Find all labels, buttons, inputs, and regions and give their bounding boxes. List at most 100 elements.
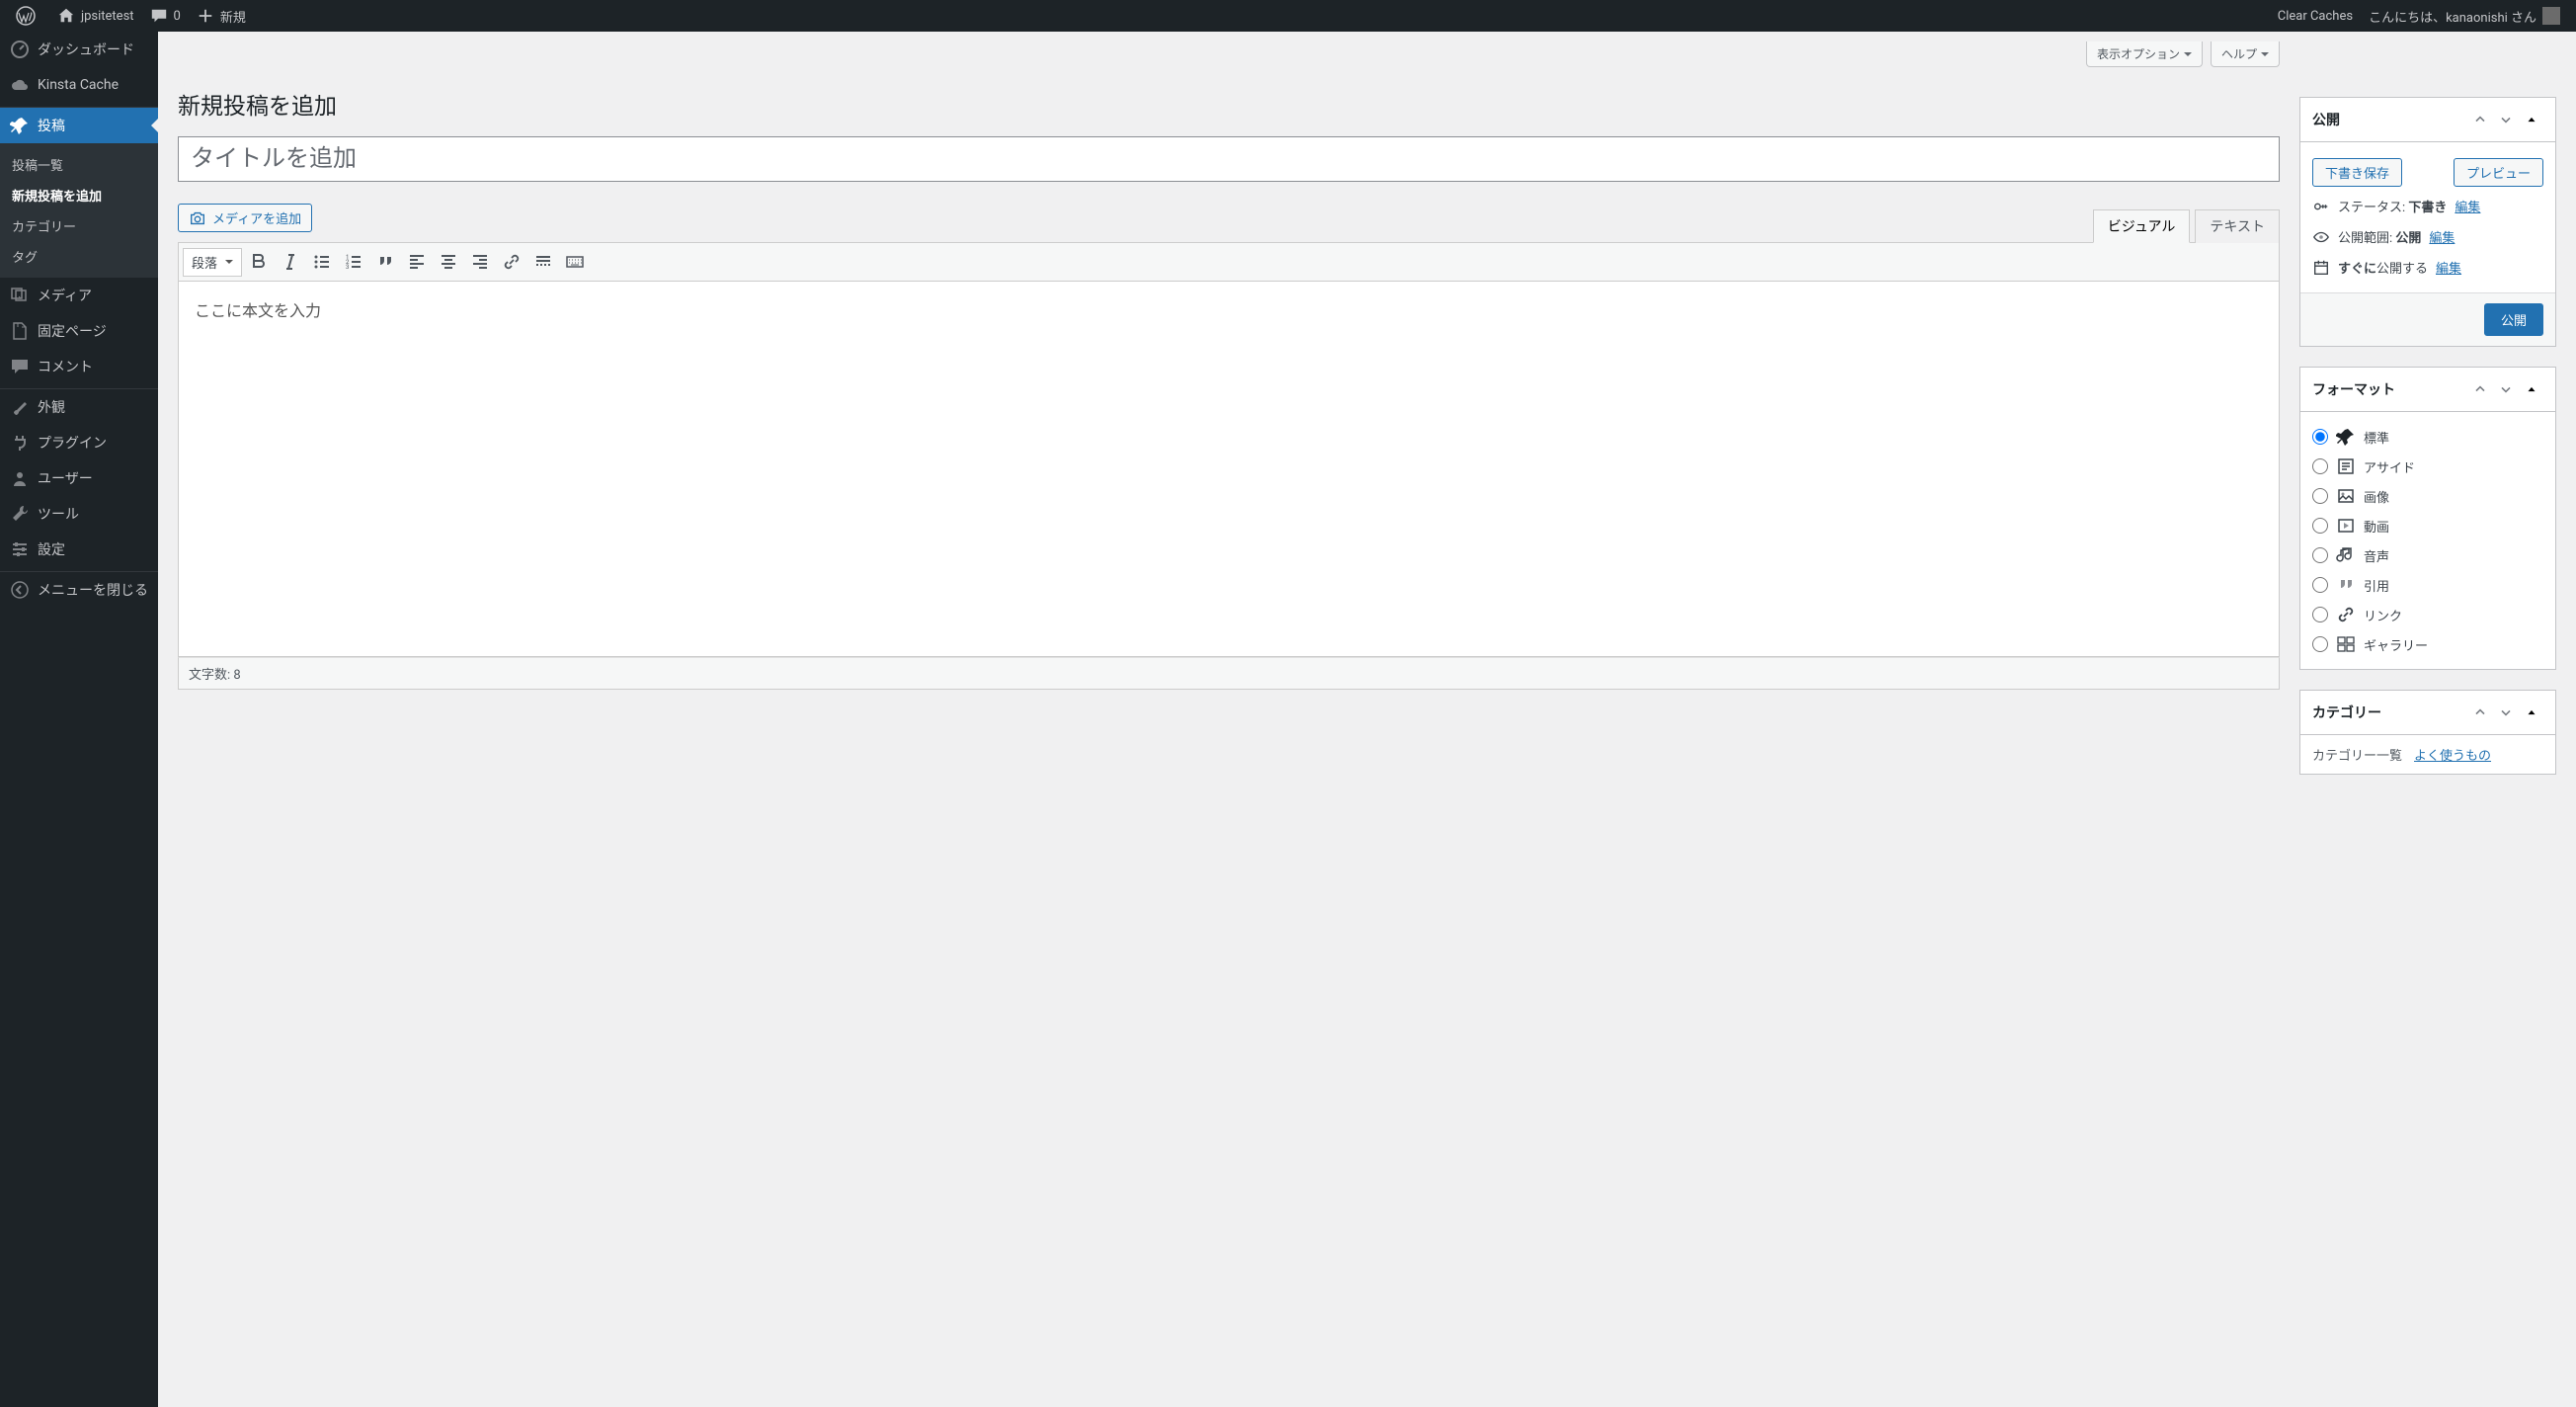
wp-logo[interactable] [8,0,49,32]
edit-schedule-link[interactable]: 編集 [2436,258,2461,277]
move-down-button[interactable] [2494,377,2518,401]
format-label: 動画 [2364,517,2389,536]
format-select[interactable]: 段落 [183,248,242,277]
align-center-button[interactable] [434,247,463,277]
toggle-panel-button[interactable] [2520,701,2543,724]
format-radio[interactable] [2312,488,2328,504]
menu-dashboard[interactable]: ダッシュボード [0,32,158,67]
submenu-categories[interactable]: カテゴリー [0,210,158,241]
format-option-1[interactable]: アサイド [2312,452,2543,481]
format-radio[interactable] [2312,458,2328,474]
comments-link[interactable]: 0 [142,0,189,32]
submenu-add-new[interactable]: 新規投稿を追加 [0,180,158,210]
format-radio[interactable] [2312,429,2328,445]
site-name-link[interactable]: jpsitetest [49,0,142,32]
avatar-icon [2542,7,2560,25]
align-right-button[interactable] [465,247,495,277]
blockquote-button[interactable] [370,247,400,277]
move-down-button[interactable] [2494,701,2518,724]
format-metabox: フォーマット 標準アサイド画像動画音声引用リンクギャラリー [2299,367,2556,670]
read-more-button[interactable] [528,247,558,277]
format-label: 引用 [2364,576,2389,595]
new-content-link[interactable]: 新規 [189,0,254,32]
format-icon [2336,545,2356,565]
bullet-list-button[interactable] [307,247,337,277]
post-title-input[interactable] [178,136,2280,182]
publish-metabox: 公開 下書き保存 プレビュー ステータス: 下書き 編 [2299,97,2556,347]
admin-sidebar: ダッシュボード Kinsta Cache 投稿 投稿一覧 新規投稿を追加 カテゴ… [0,32,158,1407]
menu-appearance[interactable]: 外観 [0,389,158,425]
submenu-tags[interactable]: タグ [0,241,158,272]
move-up-button[interactable] [2468,108,2492,131]
submenu-posts: 投稿一覧 新規投稿を追加 カテゴリー タグ [0,143,158,278]
format-icon [2336,605,2356,624]
link-button[interactable] [497,247,526,277]
format-option-5[interactable]: 引用 [2312,570,2543,600]
submenu-all-posts[interactable]: 投稿一覧 [0,149,158,180]
help-button[interactable]: ヘルプ [2211,41,2280,67]
chevron-down-icon [2261,52,2269,60]
format-option-4[interactable]: 音声 [2312,540,2543,570]
format-label: 画像 [2364,487,2389,506]
page-title: 新規投稿を追加 [178,87,2280,121]
menu-media[interactable]: メディア [0,278,158,313]
editor-toolbar: 段落 [178,242,2280,282]
toggle-panel-button[interactable] [2520,108,2543,131]
main-content: 表示オプション ヘルプ 新規投稿を追加 メディアを追加 ビジュアル テキスト 段… [158,32,2576,1407]
format-option-0[interactable]: 標準 [2312,422,2543,452]
menu-pages[interactable]: 固定ページ [0,313,158,349]
numbered-list-button[interactable] [339,247,368,277]
menu-users[interactable]: ユーザー [0,460,158,496]
toggle-panel-button[interactable] [2520,377,2543,401]
user-greeting[interactable]: こんにちは、kanaonishi さん [2361,0,2568,32]
italic-button[interactable] [276,247,305,277]
comments-count: 0 [174,9,181,24]
category-metabox: カテゴリー カテゴリー一覧 よく使うもの [2299,690,2556,775]
align-left-button[interactable] [402,247,432,277]
menu-plugins[interactable]: プラグイン [0,425,158,460]
format-label: 音声 [2364,546,2389,565]
publish-button[interactable]: 公開 [2484,303,2543,336]
format-label: リンク [2364,606,2402,624]
format-option-3[interactable]: 動画 [2312,511,2543,540]
menu-kinsta-cache[interactable]: Kinsta Cache [0,67,158,103]
format-radio[interactable] [2312,518,2328,534]
move-up-button[interactable] [2468,377,2492,401]
category-tab-popular[interactable]: よく使うもの [2414,745,2491,764]
tab-text[interactable]: テキスト [2195,209,2280,243]
category-title: カテゴリー [2312,703,2381,722]
screen-options-button[interactable]: 表示オプション [2086,41,2203,67]
format-option-7[interactable]: ギャラリー [2312,629,2543,659]
toolbar-toggle-button[interactable] [560,247,590,277]
format-icon [2336,486,2356,506]
bold-button[interactable] [244,247,274,277]
format-radio[interactable] [2312,636,2328,652]
tab-visual[interactable]: ビジュアル [2093,209,2191,243]
format-radio[interactable] [2312,547,2328,563]
format-radio[interactable] [2312,607,2328,622]
menu-settings[interactable]: 設定 [0,532,158,567]
menu-comments[interactable]: コメント [0,349,158,384]
move-up-button[interactable] [2468,701,2492,724]
format-label: 標準 [2364,428,2389,447]
clear-caches-link[interactable]: Clear Caches [2270,0,2361,32]
format-radio[interactable] [2312,577,2328,593]
add-media-button[interactable]: メディアを追加 [178,204,312,232]
menu-collapse[interactable]: メニューを閉じる [0,572,158,608]
format-icon [2336,634,2356,654]
format-icon [2336,516,2356,536]
save-draft-button[interactable]: 下書き保存 [2312,158,2402,187]
edit-status-link[interactable]: 編集 [2455,197,2480,215]
preview-button[interactable]: プレビュー [2454,158,2543,187]
format-icon [2336,427,2356,447]
menu-posts[interactable]: 投稿 [0,108,158,143]
menu-tools[interactable]: ツール [0,496,158,532]
category-tab-all[interactable]: カテゴリー一覧 [2312,745,2402,764]
edit-visibility-link[interactable]: 編集 [2429,227,2455,246]
format-option-6[interactable]: リンク [2312,600,2543,629]
format-option-2[interactable]: 画像 [2312,481,2543,511]
move-down-button[interactable] [2494,108,2518,131]
editor-body[interactable]: ここに本文を入力 [178,282,2280,657]
format-title: フォーマット [2312,379,2395,399]
publish-title: 公開 [2312,110,2340,129]
